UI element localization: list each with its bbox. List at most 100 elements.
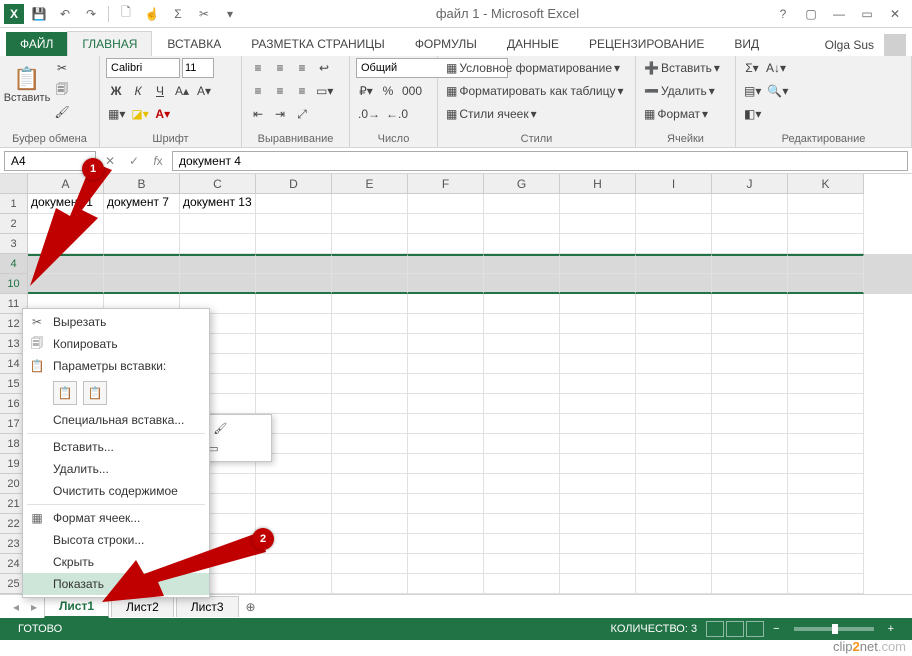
cell[interactable] [788,394,864,414]
cell[interactable] [788,434,864,454]
increase-decimal-icon[interactable]: .0→ [356,104,382,124]
cell[interactable] [788,574,864,594]
cell[interactable] [256,294,332,314]
cell[interactable] [408,514,484,534]
cell[interactable] [408,314,484,334]
cell[interactable] [788,374,864,394]
currency-icon[interactable]: ₽▾ [356,81,376,101]
cell[interactable] [712,314,788,334]
cell[interactable] [408,434,484,454]
cell[interactable] [332,494,408,514]
save-icon[interactable]: 💾 [28,3,50,25]
cell[interactable] [712,474,788,494]
cell[interactable] [332,334,408,354]
cell[interactable] [636,474,712,494]
cell[interactable] [788,554,864,574]
fill-color-button[interactable]: ◪▾ [129,104,150,124]
paste-option-default-icon[interactable]: 📋 [53,381,77,405]
col-header[interactable]: D [256,174,332,194]
menu-insert[interactable]: Вставить... [23,436,209,458]
insert-cells-button[interactable]: ➕ Вставить ▾ [642,58,722,78]
cell[interactable] [256,474,332,494]
cell[interactable] [408,534,484,554]
cell[interactable] [788,534,864,554]
help-icon[interactable]: ? [770,4,796,24]
cell[interactable] [712,414,788,434]
align-top-icon[interactable]: ≡ [248,58,268,78]
col-header[interactable]: E [332,174,408,194]
redo-icon[interactable]: ↷ [80,3,102,25]
cell[interactable] [636,394,712,414]
avatar-icon[interactable] [884,34,906,56]
decrease-decimal-icon[interactable]: ←.0 [384,104,410,124]
cell[interactable] [712,454,788,474]
cell[interactable] [636,574,712,594]
paste-button[interactable]: 📋 Вставить [6,58,48,112]
cell[interactable] [788,414,864,434]
cell[interactable] [484,314,560,334]
cell[interactable] [408,454,484,474]
italic-button[interactable]: К [128,81,148,101]
cell[interactable] [712,434,788,454]
cell[interactable] [484,554,560,574]
ribbon-options-icon[interactable]: ▢ [798,4,824,24]
cell[interactable] [636,414,712,434]
cell[interactable] [560,434,636,454]
autosum-icon[interactable]: Σ▾ [742,58,762,78]
find-select-icon[interactable]: 🔍▾ [765,81,790,101]
cell[interactable] [332,434,408,454]
cell[interactable] [332,414,408,434]
cell[interactable] [712,334,788,354]
sort-filter-icon[interactable]: A↓▾ [764,58,788,78]
cell[interactable] [484,434,560,454]
menu-paste-special[interactable]: Специальная вставка... [23,409,209,431]
sum-icon[interactable]: Σ [167,3,189,25]
user-name[interactable]: Olga Sus [815,34,884,56]
cell[interactable] [712,534,788,554]
cell[interactable] [712,374,788,394]
merge-icon[interactable]: ▭▾ [314,81,335,101]
cell[interactable] [408,414,484,434]
cell[interactable] [560,474,636,494]
increase-font-icon[interactable]: A▴ [172,81,192,101]
cell[interactable] [560,314,636,334]
cell[interactable] [484,494,560,514]
cell[interactable] [788,314,864,334]
cell[interactable] [256,374,332,394]
cell[interactable] [408,354,484,374]
cell[interactable] [332,474,408,494]
cell[interactable] [484,454,560,474]
align-left-icon[interactable]: ≡ [248,81,268,101]
cell[interactable] [408,374,484,394]
cell[interactable] [484,294,560,314]
underline-button[interactable]: Ч [150,81,170,101]
cell[interactable] [636,494,712,514]
cell[interactable] [636,514,712,534]
col-header[interactable]: F [408,174,484,194]
cell[interactable] [332,394,408,414]
qat-dropdown-icon[interactable]: ▾ [219,3,241,25]
align-right-icon[interactable]: ≡ [292,81,312,101]
cell[interactable] [560,574,636,594]
cell[interactable] [712,514,788,534]
cell[interactable] [484,514,560,534]
sheet-nav-prev-icon[interactable]: ◂ [8,599,24,615]
cell[interactable] [332,374,408,394]
conditional-formatting-button[interactable]: ▦ Условное форматирование ▾ [444,58,629,78]
format-painter-button[interactable]: 🖌 [52,102,72,122]
cut-icon[interactable]: ✂ [193,3,215,25]
cell[interactable] [636,454,712,474]
cell[interactable] [788,334,864,354]
cell[interactable] [408,554,484,574]
thousands-icon[interactable]: 000 [400,81,424,101]
col-header[interactable]: J [712,174,788,194]
new-icon[interactable]: 🗋 [115,3,137,25]
cell[interactable] [712,574,788,594]
format-as-table-button[interactable]: ▦ Форматировать как таблицу ▾ [444,81,629,101]
tab-layout[interactable]: РАЗМЕТКА СТРАНИЦЫ [236,31,400,56]
align-center-icon[interactable]: ≡ [270,81,290,101]
menu-clear-contents[interactable]: Очистить содержимое [23,480,209,502]
fx-icon[interactable]: fx [148,151,168,171]
tab-review[interactable]: РЕЦЕНЗИРОВАНИЕ [574,31,719,56]
decrease-indent-icon[interactable]: ⇤ [248,104,268,124]
